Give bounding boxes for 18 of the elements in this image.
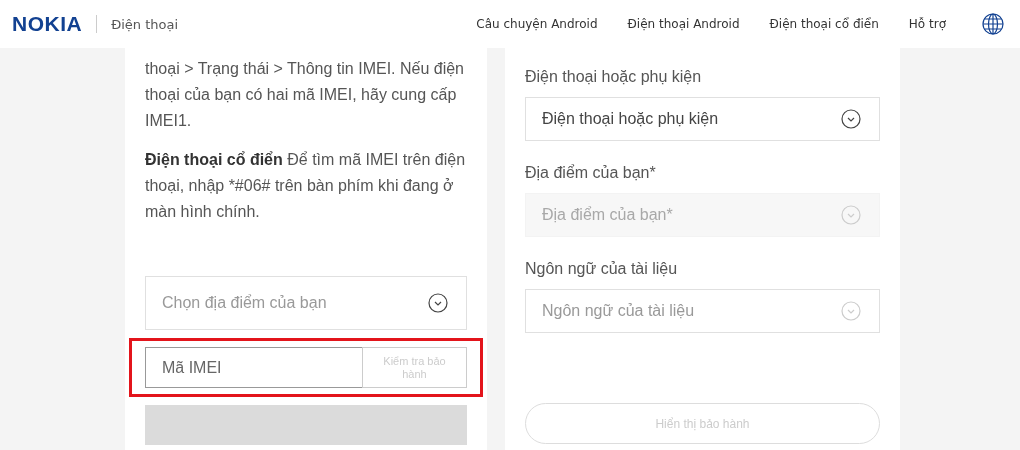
section-title: Điện thoại	[111, 16, 179, 32]
field-label: Điện thoại hoặc phụ kiện	[525, 68, 703, 86]
field-label: Địa điểm của bạn*	[525, 164, 657, 182]
chevron-down-icon	[841, 109, 861, 129]
nav-link[interactable]: Điện thoại cổ điển	[769, 17, 879, 31]
imei-input[interactable]: Mã IMEI	[145, 347, 362, 388]
chevron-down-icon	[841, 301, 861, 321]
nav-link[interactable]: Hỗ trợ	[908, 17, 946, 31]
field-label: Ngôn ngữ của tài liệu	[525, 260, 679, 278]
nav-link[interactable]: Câu chuyện Android	[476, 17, 598, 31]
nav-link[interactable]: Điện thoại Android	[627, 17, 740, 31]
globe-icon[interactable]	[982, 13, 1004, 35]
logo[interactable]: NOKIA	[12, 12, 83, 36]
dropdown-select[interactable]: Điện thoại hoặc phụ kiện	[525, 97, 880, 141]
paragraph: Điện thoại cổ điển Để tìm mã IMEI trên điện thoại, nhập *#06# trên bàn phím khi đang ở màn hình chính.	[145, 150, 467, 222]
paragraph: thoại > Trạng thái > Thông tin IMEI. Nếu điện thoại của bạn có hai mã IMEI, hãy cung cấp IMEI1.	[145, 59, 465, 131]
chevron-down-icon	[841, 205, 861, 225]
chevron-down-icon	[428, 293, 448, 313]
